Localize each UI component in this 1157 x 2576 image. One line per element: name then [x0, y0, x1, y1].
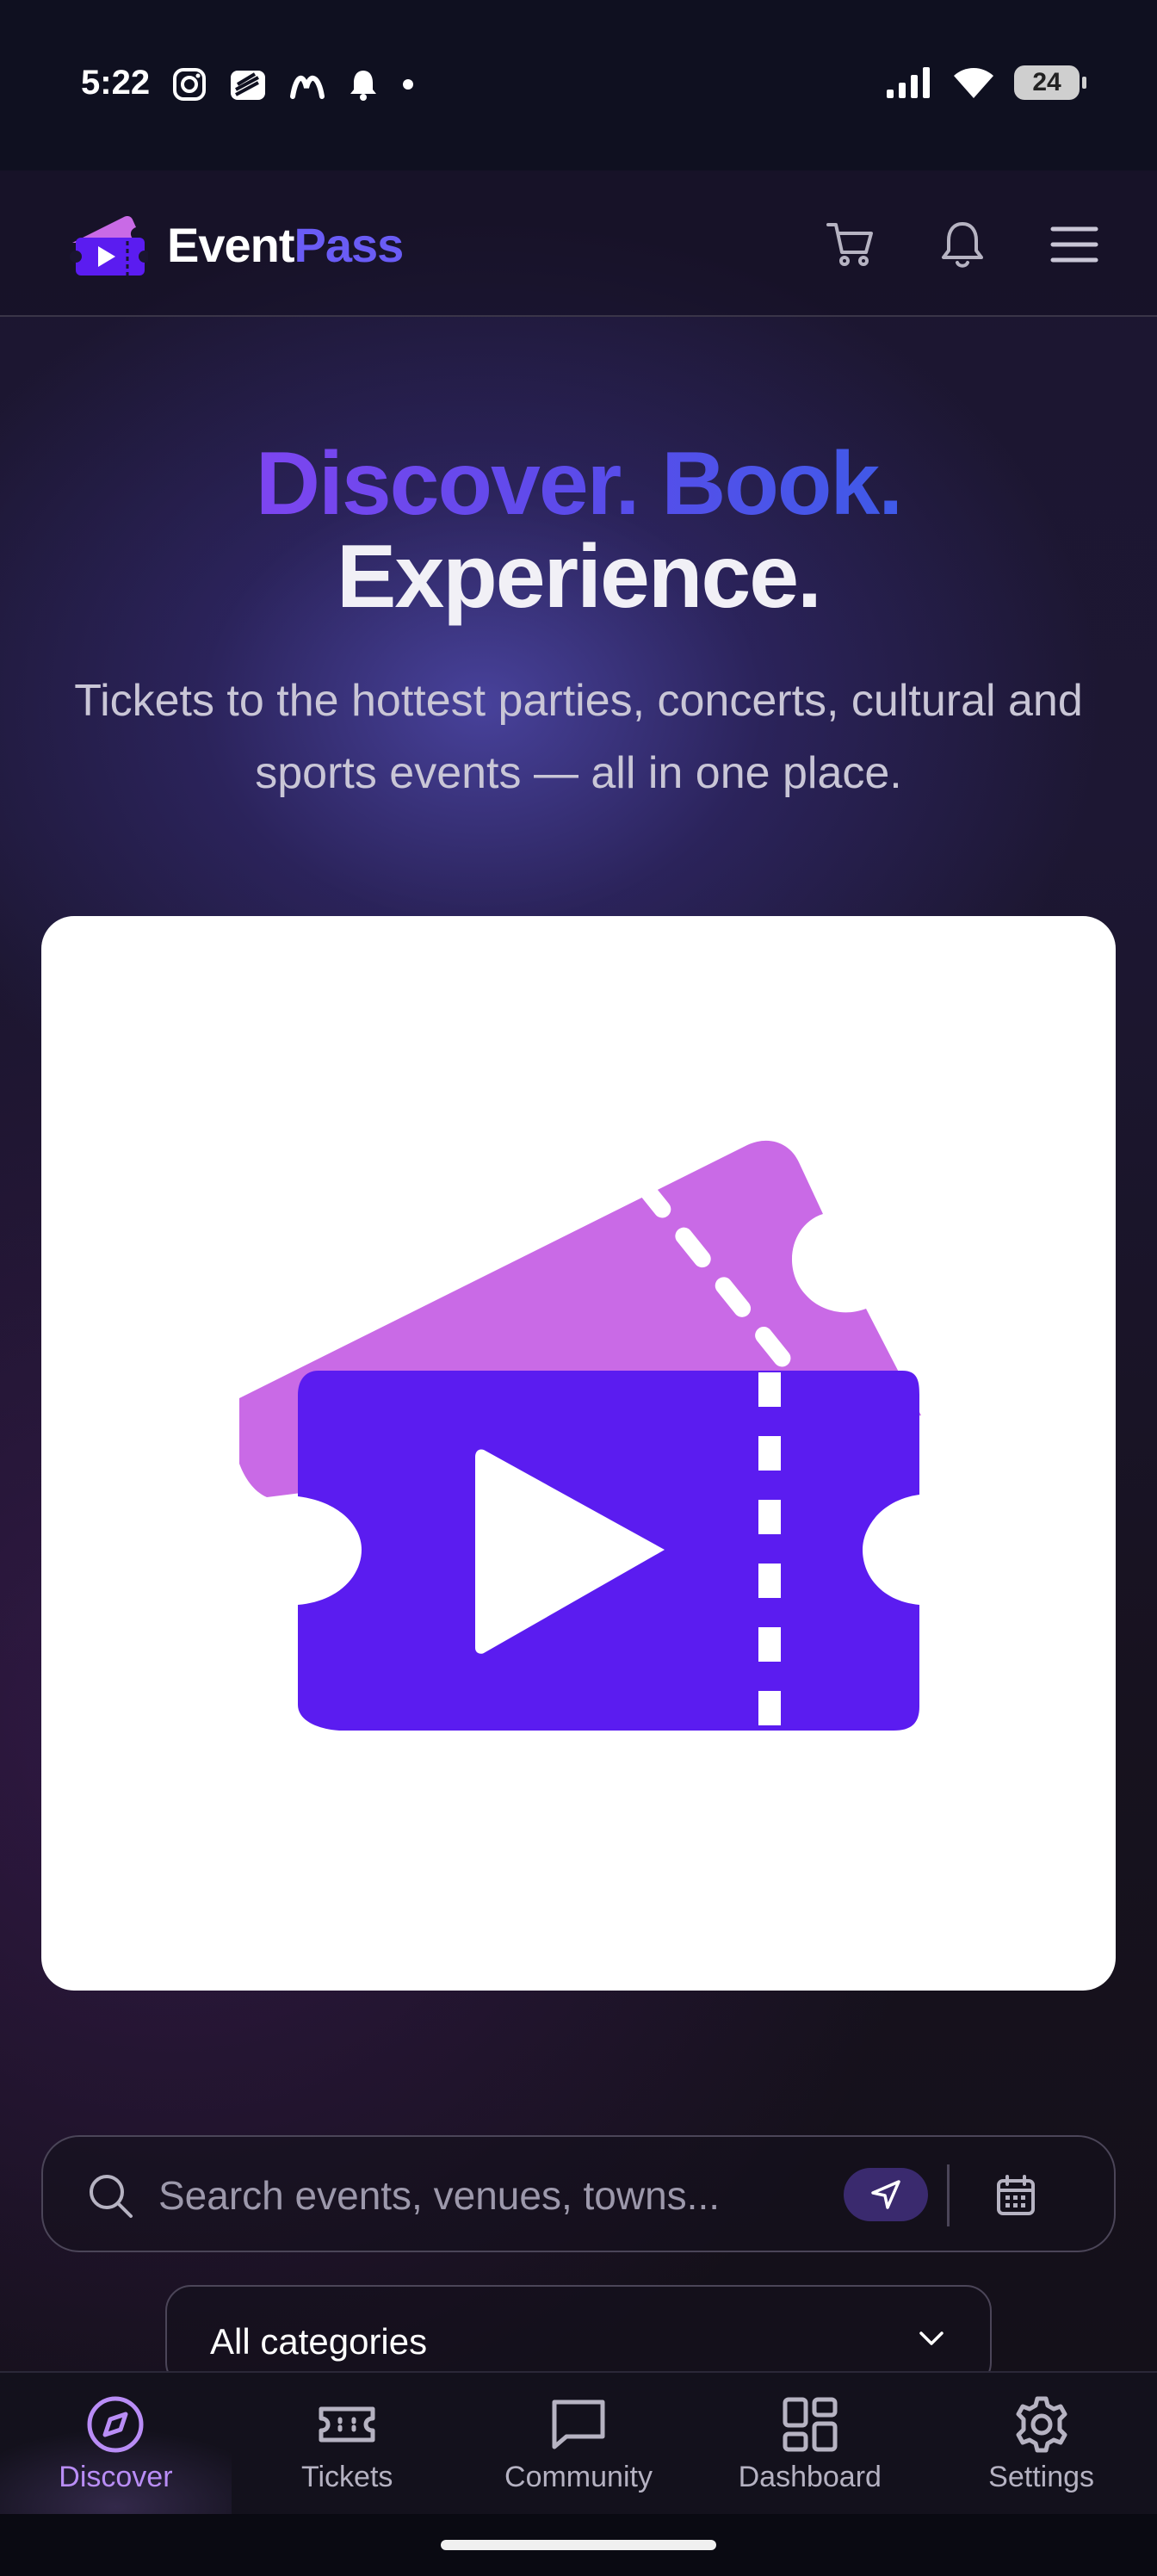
gear-icon [1016, 2396, 1067, 2453]
hero-subtitle: Tickets to the hottest parties, concerts… [74, 676, 1083, 798]
app-header: EventPass [0, 170, 1157, 317]
chevron-down-icon [919, 2331, 944, 2345]
nav-item-tickets[interactable]: Tickets [232, 2373, 463, 2514]
bell-notification-icon [350, 71, 376, 101]
app-logo[interactable]: EventPass [67, 210, 405, 279]
status-icons-left [172, 67, 415, 102]
header-actions [825, 219, 1100, 270]
ticket-icon [319, 2406, 375, 2443]
nav-label-tickets: Tickets [300, 2461, 393, 2493]
instagram-icon [173, 68, 206, 101]
logo-text-event: Event [167, 217, 294, 272]
search-icon [90, 2175, 133, 2218]
locate-button[interactable] [844, 2168, 928, 2221]
nav-label-dashboard: Dashboard [738, 2461, 882, 2493]
hero-title-line2: Experience. [337, 527, 822, 627]
wifi-icon [954, 68, 993, 98]
hero-title-line1: Discover. Book. [255, 434, 903, 534]
ticket-logo-icon [70, 216, 148, 276]
home-indicator[interactable] [441, 2540, 716, 2550]
menu-icon [1050, 226, 1098, 263]
nav-label-discover: Discover [59, 2461, 173, 2493]
battery-icon: 24 [1014, 65, 1086, 100]
search-bar [41, 2135, 1116, 2252]
ticket-illustration-icon [239, 1140, 921, 1731]
compass-icon [87, 2396, 144, 2453]
search-input[interactable] [158, 2166, 847, 2225]
calendar-icon [997, 2175, 1035, 2215]
bottom-nav: Discover Tickets Community Dashboard Set… [0, 2371, 1157, 2514]
signal-icon [887, 67, 930, 98]
hero-title: Discover. Book. Experience. [0, 437, 1157, 623]
cart-icon [826, 223, 873, 266]
nav-label-community: Community [504, 2461, 653, 2493]
status-icons-right: 24 [885, 65, 1086, 100]
hero-image-card [41, 916, 1116, 1991]
status-bar: 5:22 24 [0, 0, 1157, 170]
search-divider [947, 2164, 950, 2226]
nav-item-settings[interactable]: Settings [925, 2373, 1157, 2514]
category-selected-value: All categories [210, 2321, 428, 2362]
logo-text-pass: Pass [294, 217, 405, 272]
nav-label-settings: Settings [988, 2461, 1095, 2493]
dot-icon [403, 79, 413, 90]
notifications-button[interactable] [937, 219, 988, 270]
logo-text: EventPass [167, 217, 405, 273]
threads-m-icon [290, 75, 325, 99]
app-screen: 5:22 24 EventPass Discover. Book. Experi… [0, 0, 1157, 2576]
calendar-button[interactable] [990, 2170, 1042, 2221]
menu-button[interactable] [1049, 219, 1100, 270]
bell-icon [942, 222, 983, 268]
status-time: 5:22 [81, 64, 151, 102]
stack-app-icon [231, 71, 265, 100]
nav-item-discover[interactable]: Discover [0, 2373, 232, 2514]
dashboard-icon [783, 2397, 838, 2452]
nav-item-community[interactable]: Community [463, 2373, 695, 2514]
chat-icon [552, 2400, 605, 2449]
navigation-arrow-icon [871, 2180, 900, 2209]
nav-item-dashboard[interactable]: Dashboard [694, 2373, 925, 2514]
cart-button[interactable] [825, 219, 876, 270]
